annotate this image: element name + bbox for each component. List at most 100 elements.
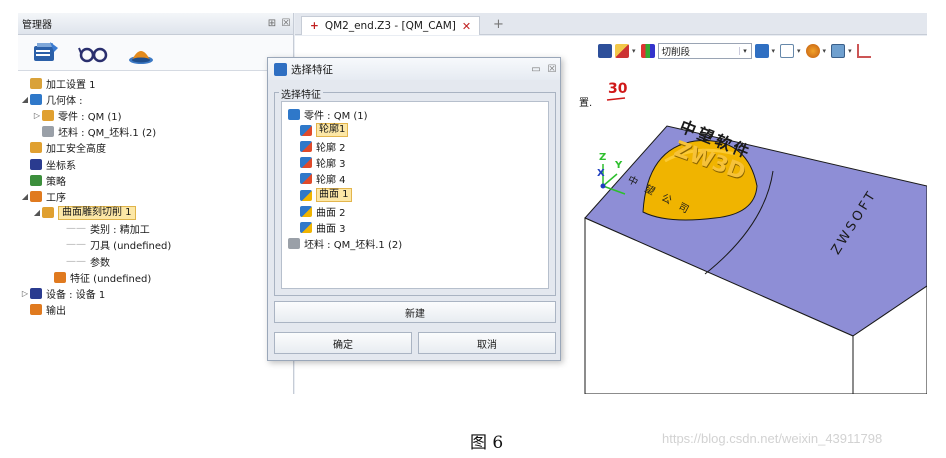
feature-list-item[interactable]: 曲面 1 [282,187,548,203]
more-icon[interactable] [856,44,871,58]
feature-list-item-label: 轮廓 2 [316,142,346,154]
close-icon[interactable]: ☒ [279,18,293,29]
safe-height-icon [30,142,42,154]
close-tab-icon[interactable]: ✕ [462,20,471,33]
tree-item[interactable]: 加工安全高度 [18,140,293,156]
tree-item-label: 参数 [90,257,110,269]
tree-item[interactable]: 特征 (undefined) [18,269,293,285]
tree-item[interactable]: 加工设置 1 [18,75,293,91]
new-tab-button[interactable]: + [493,17,504,32]
feature-tool-icon[interactable] [598,44,612,58]
pin-icon[interactable]: ▭ [528,64,544,75]
expand-toggle-icon[interactable]: ▷ [20,289,30,298]
feature-list-item-label: 轮廓 3 [316,159,346,171]
tree-item[interactable]: 输出 [18,302,293,318]
new-button[interactable]: 新建 [274,301,556,323]
feature-list[interactable]: 零件 : QM (1) 轮廓1 轮廓 2 轮廓 3 轮廓 4 曲面 1 曲面 2 曲面 3 坯料… [281,101,549,289]
pencil-icon[interactable] [615,44,629,58]
feature-list-item[interactable]: 轮廓 4 [282,171,548,187]
tree-item-label: 曲面雕刻切削 1 [58,205,136,220]
axis-z-label: Z [599,152,607,163]
pin-icon[interactable]: ⊞ [265,18,279,29]
tree-item[interactable]: ◢ 曲面雕刻切削 1 [18,205,293,221]
dialog-icon [274,62,287,76]
chevron-down-icon: ▾ [738,47,751,55]
tree-item-label: 策略 [46,176,66,188]
equipment-icon [30,288,42,300]
cancel-button[interactable]: 取消 [418,332,556,354]
feature-list-item[interactable]: 轮廓 3 [282,155,548,171]
tree-item-label: 加工安全高度 [46,144,106,156]
tree-item[interactable]: —— 参数 [18,253,293,269]
glasses-icon[interactable] [76,39,110,67]
tree-item[interactable]: 坐标系 [18,156,293,172]
filter-select-value: 切削段 [661,47,691,58]
tree-item[interactable]: ◢ 几何体 : [18,91,293,107]
expand-toggle-icon[interactable]: ▷ [32,111,42,120]
tree-item-label: 坐标系 [46,160,76,172]
expand-toggle-icon[interactable]: ◢ [20,95,30,104]
tree-item-label: 类别 : 精加工 [90,225,150,237]
bar-chart-icon[interactable] [640,44,655,58]
chevron-down-icon[interactable]: ▾ [797,47,801,55]
feature-list-item-label: 曲面 1 [316,188,352,203]
folder-icon [30,77,42,89]
dialog-title: 选择特征 [291,63,333,76]
feature-group-label: 选择特征 [279,86,323,101]
chevron-down-icon[interactable]: ▾ [823,47,827,55]
feature-list-item-label: 曲面 2 [316,207,346,219]
tree-item-label: 坯料 : QM_坯料.1 (2) [58,128,157,140]
expand-toggle-icon[interactable]: ◢ [32,208,42,217]
feature-list-item[interactable]: 轮廓1 [282,122,548,138]
marker-label: 30 [608,81,628,97]
feature-list-item-label: 零件 : QM (1) [304,110,368,122]
tree-item-label: 刀具 (undefined) [90,241,172,253]
tree-item[interactable]: 坯料 : QM_坯料.1 (2) [18,124,293,140]
ok-button[interactable]: 确定 [274,332,412,354]
tree-item[interactable]: ◢ 工序 [18,188,293,204]
figure-caption: 图 6 [470,433,504,453]
feature-list-item[interactable]: 零件 : QM (1) [282,106,548,122]
feature-list-item[interactable]: 曲面 2 [282,203,548,219]
cam-plan-icon[interactable] [28,39,62,67]
expand-toggle-icon[interactable]: ◢ [20,192,30,201]
axis-y-label: Y [615,160,623,171]
chevron-down-icon[interactable]: ▾ [772,47,776,55]
feature-list-item-label: 轮廓1 [316,123,349,138]
tree-item-label: 特征 (undefined) [70,273,152,285]
feature-list-item[interactable]: 曲面 3 [282,219,548,235]
machine-view-icon[interactable] [124,39,158,67]
tree-item[interactable]: 策略 [18,172,293,188]
document-tab[interactable]: + QM2_end.Z3 - [QM_CAM] ✕ [301,16,481,35]
part-icon [42,109,54,121]
watermark: https://blog.csdn.net/weixin_43911798 [662,431,883,446]
tree-item[interactable]: —— 刀具 (undefined) [18,237,293,253]
close-icon[interactable]: ☒ [544,64,560,75]
cube-wire-icon[interactable] [780,44,795,58]
strategy-icon [30,174,42,186]
feature-list-item[interactable]: 轮廓 2 [282,138,548,154]
contour-icon [300,173,312,185]
chevron-down-icon[interactable]: ▾ [632,47,636,55]
manager-tree: 加工设置 1 ◢ 几何体 : ▷ 零件 : QM (1) 坯料 : QM_坯料.1 (2)… [18,71,293,318]
filter-select[interactable]: 切削段 ▾ [657,43,752,59]
tree-item[interactable]: —— 类别 : 精加工 [18,221,293,237]
manager-tabs [18,35,293,71]
contour-icon [300,140,312,152]
geometry-icon [30,93,42,105]
tree-item-label: 零件 : QM (1) [58,111,122,123]
manager-panel: 管理器 ⊞ ☒ 加工设置 1 ◢ 几何体 : ▷ 零件 : QM (1) 坯料 : QM_… [18,13,294,394]
stock-icon [42,126,54,138]
render-icon[interactable] [805,44,820,58]
view-icon[interactable] [831,44,846,58]
feature-list-item-label: 坯料 : QM_坯料.1 (2) [304,240,403,252]
tree-connector: —— [66,255,86,267]
tree-item-label: 设备 : 设备 1 [46,290,106,302]
tree-item[interactable]: ▷ 设备 : 设备 1 [18,285,293,301]
surface-cut-icon [42,207,54,219]
tree-item[interactable]: ▷ 零件 : QM (1) [18,107,293,123]
chevron-down-icon[interactable]: ▾ [848,47,852,55]
cube-color-icon[interactable] [754,44,769,58]
feature-list-item[interactable]: 坯料 : QM_坯料.1 (2) [282,236,548,252]
document-tab-label: QM2_end.Z3 - [QM_CAM] [324,20,456,32]
